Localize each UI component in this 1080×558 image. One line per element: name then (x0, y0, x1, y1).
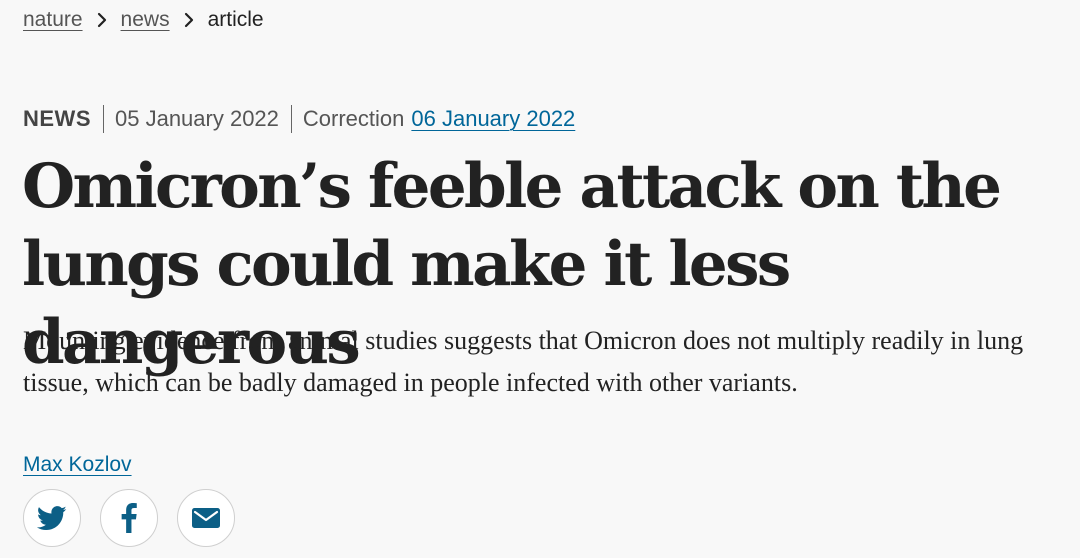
article-type-label: NEWS (23, 106, 91, 131)
breadcrumb-link-news[interactable]: news (121, 6, 170, 34)
meta-divider (290, 105, 292, 133)
correction-date-link[interactable]: 06 January 2022 (411, 104, 575, 134)
email-icon (192, 508, 220, 528)
meta-divider (103, 105, 104, 133)
breadcrumb: nature news article (23, 6, 264, 34)
article-meta: NEWS 05 January 2022 Correction 06 Janua… (23, 104, 575, 134)
chevron-right-icon (97, 12, 107, 28)
share-buttons (23, 489, 254, 547)
chevron-right-icon (184, 12, 194, 28)
published-date: 05 January 2022 (115, 106, 279, 131)
correction-label: Correction (302, 106, 405, 131)
facebook-icon (121, 503, 137, 533)
breadcrumb-link-nature[interactable]: nature (23, 6, 83, 34)
breadcrumb-current: article (207, 8, 264, 31)
article-standfirst: Mounting evidence from animal studies su… (23, 326, 1024, 397)
article-page: nature news article NEWS 05 January 2022… (0, 0, 1080, 558)
share-twitter-button[interactable] (23, 489, 81, 547)
author-link[interactable]: Max Kozlov (23, 451, 132, 479)
share-facebook-button[interactable] (100, 489, 158, 547)
twitter-icon (37, 505, 67, 530)
share-email-button[interactable] (177, 489, 235, 547)
headline-line-1: Omicron’s feeble attack on the (22, 151, 1002, 222)
